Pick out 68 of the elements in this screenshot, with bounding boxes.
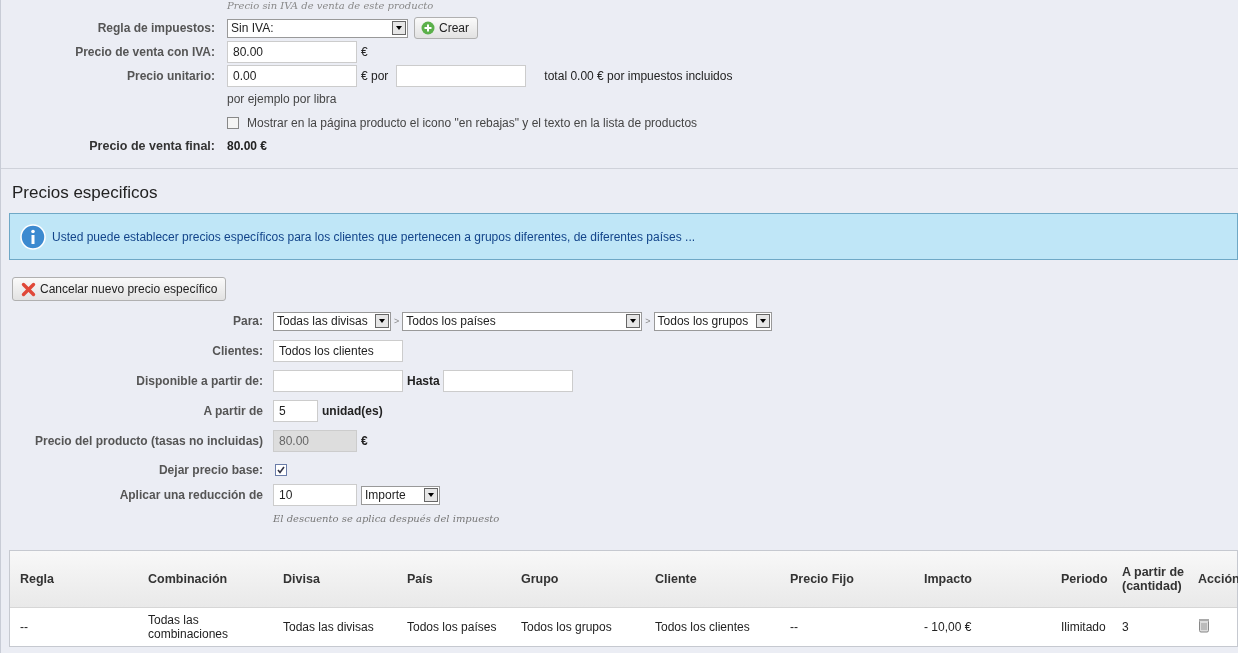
field-label: A partir de [202,404,263,418]
table-cell-text: - 10,00 € [923,620,973,634]
info-icon [20,223,46,250]
column-header: Grupo [520,572,560,586]
reduction-input[interactable]: 10 [273,484,357,506]
field-label: Precio de venta final: [88,139,215,153]
table-cell-text: Todos los grupos [520,620,613,634]
cross-icon [21,281,36,297]
dropdown[interactable]: Todos los países [402,311,643,331]
trash-icon[interactable] [1198,618,1210,633]
table-cell-text: Todas las combinaciones [147,613,230,641]
field-label: Clientes: [211,344,263,358]
table-cell-text: 3 [1121,620,1130,634]
table-cell-text: Todos los clientes [654,620,751,634]
field-label: Para: [231,314,263,328]
final-price: 80.00 € [227,139,268,153]
separator-text: > [645,316,651,326]
hint-text: por ejemplo por libra [227,92,337,106]
field-label: Precio del producto (tasas no incluidas) [33,434,263,448]
price-input[interactable]: 80.00 [227,41,357,63]
note-text: El descuento se aplica después del impuesto [273,513,500,524]
table-cell-text: -- [19,620,29,634]
hint-text: Precio sin IVA de venta de este producto [227,0,435,12]
table-cell-text: Todos los países [406,620,498,634]
dropdown[interactable]: Todas las divisas [273,311,391,331]
field-label: Hasta [407,374,440,388]
date-input[interactable] [273,370,403,392]
total-text: total 0.00 € por impuestos incluidos [544,69,733,83]
field-label: Disponible a partir de: [135,374,263,388]
text-input[interactable]: Todos los clientes [273,340,403,362]
field-label: Precio de venta con IVA: [74,45,215,59]
plus-icon [421,21,435,35]
currency-text: € [361,45,368,59]
dropdown[interactable]: Todos los grupos [653,311,772,331]
unit-input[interactable] [396,65,527,87]
per-text: € por [361,69,389,83]
column-header: Combinación [147,572,229,586]
date-input[interactable] [442,370,573,392]
field-label: Precio unitario: [126,69,215,83]
separator-text: > [394,316,400,326]
cancel-button[interactable]: Cancelar nuevo precio específico [12,277,227,301]
column-header: Regla [19,572,56,586]
column-header: Divisa [282,572,321,586]
reduction-type-dropdown[interactable]: Importe [361,485,440,505]
info-text: Usted puede establecer precios específicos para los clientes que pertenecen a grupos diferentes, de diferentes países ... [52,229,696,244]
field-label: Dejar precio base: [157,463,263,477]
table-cell-text: -- [789,620,799,634]
column-header: Acción [1197,572,1236,586]
field-label: Aplicar una reducción de [118,488,263,502]
unit-text: € [361,434,368,448]
section-title: Precios especificos [12,183,159,203]
tax-rule-dropdown[interactable]: Sin IVA: [227,18,408,38]
column-header: Impacto [923,572,973,586]
column-header: Periodo [1060,572,1109,586]
column-header: País [406,572,434,586]
checkbox-label: Mostrar en la página producto el icono "en rebajas" y el texto en la lista de productos [247,116,698,130]
create-button[interactable]: Crear [414,17,478,39]
table-cell-text: Ilimitado [1060,620,1107,634]
checkbox[interactable] [275,464,287,476]
text-input[interactable]: 5 [273,400,318,422]
unit-text: unidad(es) [322,404,383,418]
unit-price-input[interactable]: 0.00 [227,65,357,87]
checkbox[interactable] [227,117,239,129]
column-header: Precio Fijo [789,572,855,586]
column-header: Cliente [654,572,698,586]
column-header: A partir de (cantidad) [1121,565,1186,593]
table-cell-text: Todas las divisas [282,620,375,634]
field-label: Regla de impuestos: [96,21,215,35]
